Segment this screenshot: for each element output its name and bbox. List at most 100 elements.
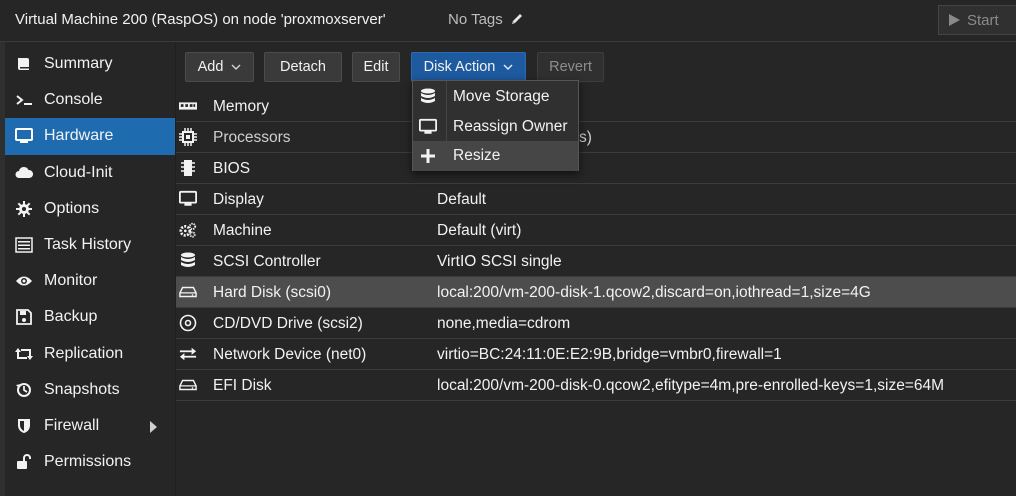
table-row[interactable]: Memory	[176, 91, 1016, 122]
shield-icon	[15, 417, 33, 435]
page-title: Virtual Machine 200 (RaspOS) on node 'pr…	[15, 11, 386, 28]
menu-item-label: Move Storage	[453, 88, 550, 105]
pencil-icon[interactable]	[510, 12, 524, 26]
table-row[interactable]: Display Default	[176, 184, 1016, 215]
table-row[interactable]: SCSI Controller VirtIO SCSI single	[176, 246, 1016, 277]
tags-editor[interactable]: No Tags	[448, 11, 524, 28]
unlock-icon	[15, 453, 33, 471]
sidebar-item-label: Console	[44, 91, 103, 109]
row-value: Default	[437, 191, 487, 208]
book-icon	[15, 55, 33, 73]
sidebar-item-label: Snapshots	[44, 380, 120, 398]
detach-button[interactable]: Detach	[264, 52, 342, 82]
detach-label: Detach	[280, 59, 326, 75]
disk-action-button[interactable]: Disk Action	[411, 52, 526, 82]
hardware-toolbar: Add Detach Edit Disk Action Revert	[176, 42, 1016, 90]
row-value: local:200/vm-200-disk-0.qcow2,efitype=4m…	[437, 377, 945, 394]
chevron-down-icon	[503, 63, 513, 70]
sidebar-item-backup[interactable]: Backup	[5, 299, 175, 335]
add-label: Add	[197, 59, 224, 75]
terminal-icon	[15, 91, 33, 109]
tags-label: No Tags	[448, 11, 503, 28]
sidebar-item-permissions[interactable]: Permissions	[5, 444, 175, 480]
hardware-grid: Memory Processors s) BIOS Display Defaul…	[176, 91, 1016, 401]
menu-item-label: Reassign Owner	[453, 118, 568, 135]
sidebar-item-label: Monitor	[44, 272, 98, 290]
history-icon	[15, 381, 33, 399]
table-row[interactable]: Hard Disk (scsi0) local:200/vm-200-disk-…	[176, 277, 1016, 308]
row-name: BIOS	[213, 160, 251, 177]
start-button[interactable]: Start	[938, 5, 1016, 35]
row-name: SCSI Controller	[213, 253, 321, 270]
table-row[interactable]: Network Device (net0) virtio=BC:24:11:0E…	[176, 339, 1016, 370]
add-button[interactable]: Add	[185, 52, 254, 82]
sidebar-item-label: Replication	[44, 344, 124, 362]
exchange-icon	[179, 345, 197, 363]
retweet-icon	[15, 345, 33, 363]
chevron-down-icon	[231, 63, 241, 70]
sidebar-item-cloud-init[interactable]: Cloud-Init	[5, 155, 175, 191]
revert-label: Revert	[549, 59, 592, 75]
revert-button[interactable]: Revert	[537, 52, 604, 82]
row-value: virtio=BC:24:11:0E:E2:9B,bridge=vmbr0,fi…	[437, 346, 782, 363]
disk-action-label: Disk Action	[423, 59, 496, 75]
sidebar-item-label: Cloud-Init	[44, 163, 113, 181]
row-name: Network Device (net0)	[213, 346, 367, 363]
row-value: none,media=cdrom	[437, 315, 571, 332]
play-icon	[949, 14, 960, 26]
memory-icon	[179, 97, 197, 115]
sidebar-item-monitor[interactable]: Monitor	[5, 263, 175, 299]
menu-item-move-storage[interactable]: Move Storage	[413, 82, 578, 112]
cloud-icon	[15, 164, 33, 182]
table-row[interactable]: EFI Disk local:200/vm-200-disk-0.qcow2,e…	[176, 370, 1016, 401]
table-row[interactable]: BIOS	[176, 153, 1016, 184]
edit-button[interactable]: Edit	[352, 52, 400, 82]
desktop-icon	[419, 118, 437, 136]
sidebar-item-snapshots[interactable]: Snapshots	[5, 372, 175, 408]
table-row[interactable]: CD/DVD Drive (scsi2) none,media=cdrom	[176, 308, 1016, 339]
row-value: s)	[579, 129, 592, 146]
gear-icon	[15, 200, 33, 218]
table-row[interactable]: Processors s)	[176, 122, 1016, 153]
sidebar-item-firewall[interactable]: Firewall	[5, 408, 175, 444]
sidebar-item-hardware[interactable]: Hardware	[5, 118, 175, 155]
sidebar-item-summary[interactable]: Summary	[5, 46, 175, 82]
cpu-icon	[179, 128, 197, 146]
sidebar-item-options[interactable]: Options	[5, 191, 175, 227]
row-value: Default (virt)	[437, 222, 522, 239]
menu-item-reassign-owner[interactable]: Reassign Owner	[413, 112, 578, 142]
sidebar-item-console[interactable]: Console	[5, 82, 175, 118]
sidebar-item-label: Summary	[44, 55, 113, 73]
disk-action-menu: Move Storage Reassign Owner Resize	[412, 80, 579, 171]
table-row[interactable]: Machine Default (virt)	[176, 215, 1016, 246]
database-icon	[419, 88, 437, 106]
row-name: CD/DVD Drive (scsi2)	[213, 315, 363, 332]
chip-icon	[179, 159, 197, 177]
database-icon	[179, 252, 197, 270]
row-value: local:200/vm-200-disk-1.qcow2,discard=on…	[437, 284, 871, 301]
hdd-icon	[179, 283, 197, 301]
sidebar-item-label: Backup	[44, 308, 98, 326]
sidebar-item-replication[interactable]: Replication	[5, 336, 175, 372]
row-name: EFI Disk	[213, 377, 272, 394]
sidebar: Summary Console Hardware Cloud-Init Opti…	[5, 46, 175, 480]
sidebar-item-label: Task History	[44, 236, 132, 254]
edit-label: Edit	[363, 59, 389, 75]
row-value: VirtIO SCSI single	[437, 253, 562, 270]
cogs-icon	[179, 221, 197, 239]
monitor-icon	[179, 190, 197, 208]
sidebar-item-label: Hardware	[44, 127, 114, 145]
row-name: Memory	[213, 98, 269, 115]
cdrom-icon	[179, 314, 197, 332]
sidebar-item-label: Permissions	[44, 453, 132, 471]
expand-arrow-icon[interactable]	[150, 420, 157, 433]
floppy-icon	[15, 308, 33, 326]
menu-item-label: Resize	[453, 147, 501, 164]
plus-icon	[419, 147, 437, 165]
row-name: Hard Disk (scsi0)	[213, 284, 331, 301]
sidebar-item-task-history[interactable]: Task History	[5, 227, 175, 263]
list-icon	[15, 236, 33, 254]
row-name: Processors	[213, 129, 291, 146]
start-label: Start	[967, 11, 999, 29]
menu-item-resize[interactable]: Resize	[413, 141, 578, 171]
